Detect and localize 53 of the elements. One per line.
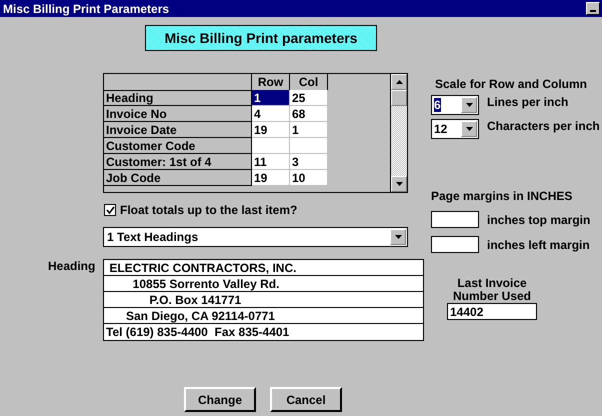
table-cell[interactable]: 4 [252, 106, 290, 122]
cancel-button[interactable]: Cancel [270, 387, 342, 412]
scale-dropdown[interactable]: 12 [431, 119, 479, 139]
up-arrow-icon [396, 80, 402, 84]
table-cell[interactable]: 19 [252, 122, 290, 138]
scale-label: Lines per inch [487, 95, 568, 109]
heading-line-field[interactable]: ELECTRIC CONTRACTORS, INC. [104, 260, 423, 276]
window-title: Misc Billing Print Parameters [3, 2, 170, 16]
row-label: Customer: 1st of 4 [104, 154, 252, 170]
margin-input-field[interactable] [431, 236, 479, 253]
down-arrow-icon [394, 235, 402, 239]
table-cell[interactable]: 1 [290, 122, 328, 138]
margin-input-field[interactable] [431, 211, 479, 228]
change-button[interactable]: Change [184, 387, 256, 412]
down-arrow-icon [466, 127, 472, 131]
scroll-down-button[interactable] [391, 176, 407, 192]
table-cell[interactable]: 68 [290, 106, 328, 122]
scale-dropdown[interactable]: 6 [431, 95, 479, 115]
heading-line-field[interactable]: Tel (619) 835-4400 Fax 835-4401 [104, 324, 423, 340]
last-invoice-field[interactable]: 14402 [447, 303, 537, 320]
heading-label: Heading [47, 259, 96, 275]
margin-label: inches top margin [487, 212, 590, 226]
table-cell[interactable]: 25 [290, 90, 328, 106]
table-cell[interactable]: 1 [252, 90, 290, 106]
last-invoice-label: Last Invoice Number Used [452, 277, 532, 303]
table-cell[interactable]: 11 [252, 154, 290, 170]
heading-type-dropdown[interactable]: 1 Text Headings [103, 227, 408, 247]
row-label: Heading [104, 90, 252, 106]
table-cell[interactable]: 19 [252, 170, 290, 186]
scroll-up-button[interactable] [391, 74, 407, 90]
table-cell[interactable]: 10 [290, 170, 328, 186]
scroll-thumb[interactable] [391, 90, 407, 106]
banner-title: Misc Billing Print parameters [145, 25, 377, 51]
row-label: Job Code [104, 170, 252, 186]
scroll-bar[interactable] [390, 74, 407, 192]
table-cell[interactable] [290, 138, 328, 154]
down-arrow-icon [396, 182, 402, 186]
checkbox-label: Float totals up to the last item? [120, 203, 298, 217]
margins-title: Page margins in INCHES [431, 189, 574, 203]
row-label: Invoice No [104, 106, 252, 122]
checkbox[interactable] [104, 204, 116, 216]
heading-line-field[interactable]: 10855 Sorrento Valley Rd. [104, 276, 423, 292]
scale-label: Characters per inch [487, 119, 600, 133]
scale-title: Scale for Row and Column [435, 77, 588, 91]
down-arrow-icon [466, 103, 472, 107]
heading-line-field[interactable]: P.O. Box 141771 [104, 292, 423, 308]
table-cell[interactable]: 3 [290, 154, 328, 170]
minimize-button[interactable] [586, 2, 600, 15]
heading-line-field[interactable]: San Diego, CA 92114-0771 [104, 308, 423, 324]
row-label: Invoice Date [104, 122, 252, 138]
margin-label: inches left margin [487, 238, 590, 252]
row-label: Customer Code [104, 138, 252, 154]
table-cell[interactable] [252, 138, 290, 154]
